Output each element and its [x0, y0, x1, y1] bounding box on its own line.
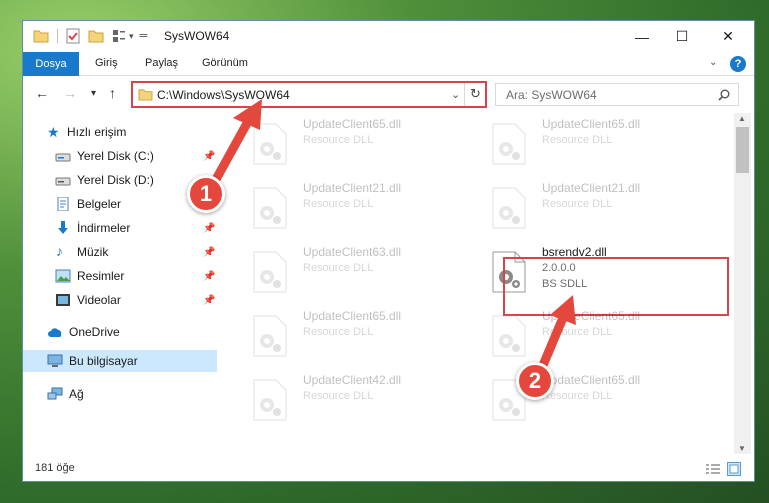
callout-step-1: 1 [187, 175, 225, 213]
callout-step-2: 2 [516, 362, 554, 400]
arrow-1 [209, 111, 256, 188]
annotation-arrows [209, 99, 576, 375]
arrow-2 [536, 308, 570, 375]
